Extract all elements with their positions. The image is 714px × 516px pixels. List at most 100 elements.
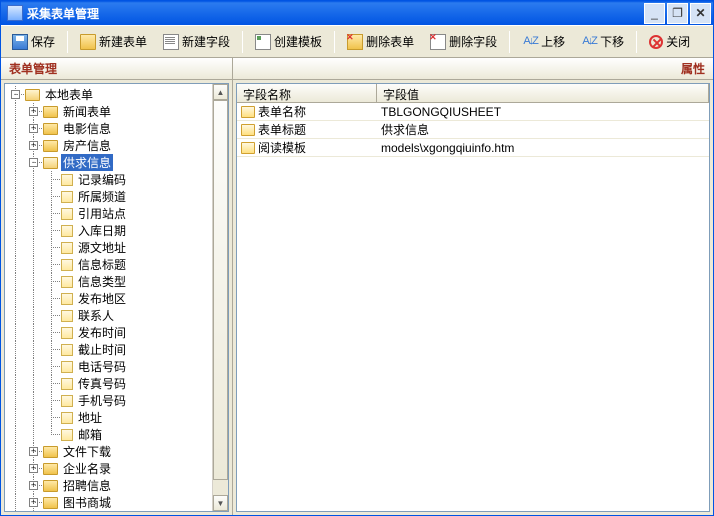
- grid-header-name[interactable]: 字段名称: [237, 84, 377, 102]
- template-icon: [255, 34, 271, 50]
- field-icon: [61, 429, 73, 441]
- new-field-button[interactable]: 新建字段: [156, 29, 237, 54]
- tree-node[interactable]: 地址: [7, 409, 226, 426]
- tree-node[interactable]: 信息标题: [7, 256, 226, 273]
- close-icon: [649, 35, 663, 49]
- tree-node-label: 淘宝信息: [61, 511, 113, 512]
- tree-node[interactable]: +电影信息: [7, 120, 226, 137]
- restore-button[interactable]: ❐: [667, 3, 688, 24]
- grid-row[interactable]: 表单标题供求信息: [237, 121, 709, 139]
- property-icon: [241, 106, 255, 118]
- left-pane: 表单管理 -本地表单+新闻表单+电影信息+房产信息-供求信息记录编码所属频道引用…: [1, 58, 233, 515]
- new-form-button[interactable]: 新建表单: [73, 29, 154, 54]
- field-icon: [61, 225, 73, 237]
- tree-node-label: 电影信息: [61, 120, 113, 137]
- property-name: 表单名称: [258, 103, 306, 120]
- tree-node[interactable]: 发布时间: [7, 324, 226, 341]
- create-template-button[interactable]: 创建模板: [248, 29, 329, 54]
- field-icon: [61, 395, 73, 407]
- tree-node[interactable]: 邮箱: [7, 426, 226, 443]
- folder-icon: [43, 157, 58, 169]
- grid-header-value[interactable]: 字段值: [377, 84, 709, 102]
- save-button[interactable]: 保存: [5, 29, 62, 54]
- tree-node-label: 地址: [76, 409, 104, 426]
- folder-icon: [43, 463, 58, 475]
- tree-node[interactable]: 所属频道: [7, 188, 226, 205]
- tree-node[interactable]: -供求信息: [7, 154, 226, 171]
- tree-node-label: 所属频道: [76, 188, 128, 205]
- tree-node[interactable]: 截止时间: [7, 341, 226, 358]
- tree-node-label: 房产信息: [61, 137, 113, 154]
- scroll-thumb[interactable]: [213, 100, 228, 480]
- grid-row[interactable]: 表单名称 TBLGONGQIUSHEET: [237, 103, 709, 121]
- grid-row[interactable]: 阅读模板 models\xgongqiuinfo.htm: [237, 139, 709, 157]
- tree-node-label: 信息标题: [76, 256, 128, 273]
- window-title: 采集表单管理: [27, 5, 644, 22]
- tree-node[interactable]: 源文地址: [7, 239, 226, 256]
- tree-node-label: 供求信息: [61, 154, 113, 171]
- tree-node-label: 记录编码: [76, 171, 128, 188]
- tree-node[interactable]: +招聘信息: [7, 477, 226, 494]
- tree-node[interactable]: -本地表单: [7, 86, 226, 103]
- tree-node-label: 入库日期: [76, 222, 128, 239]
- tree-node-label: 传真号码: [76, 375, 128, 392]
- tree-node-label: 文件下载: [61, 443, 113, 460]
- tree-node[interactable]: 发布地区: [7, 290, 226, 307]
- tree-node[interactable]: +文件下载: [7, 443, 226, 460]
- tree-view[interactable]: -本地表单+新闻表单+电影信息+房产信息-供求信息记录编码所属频道引用站点入库日…: [4, 83, 229, 512]
- tree-node-label: 信息类型: [76, 273, 128, 290]
- tree-node-label: 企业名录: [61, 460, 113, 477]
- property-name: 阅读模板: [258, 139, 306, 156]
- tree-node[interactable]: 电话号码: [7, 358, 226, 375]
- move-up-button[interactable]: 上移: [515, 29, 572, 54]
- tree-node-label: 本地表单: [43, 86, 95, 103]
- field-icon: [61, 310, 73, 322]
- property-value[interactable]: TBLGONGQIUSHEET: [377, 105, 709, 119]
- tree-node-label: 图书商城: [61, 494, 113, 511]
- tree-node[interactable]: 入库日期: [7, 222, 226, 239]
- folder-icon: [43, 123, 58, 135]
- tree-node[interactable]: +图书商城: [7, 494, 226, 511]
- tree-node[interactable]: 记录编码: [7, 171, 226, 188]
- tree-node[interactable]: 传真号码: [7, 375, 226, 392]
- scroll-down-button[interactable]: ▼: [213, 495, 228, 511]
- tree-node[interactable]: +淘宝信息: [7, 511, 226, 512]
- tree-node[interactable]: 手机号码: [7, 392, 226, 409]
- sort-up-icon: [522, 34, 538, 50]
- folder-icon: [43, 480, 58, 492]
- field-icon: [61, 378, 73, 390]
- tree-node-label: 手机号码: [76, 392, 128, 409]
- delete-form-button[interactable]: 删除表单: [340, 29, 421, 54]
- scrollbar-vertical[interactable]: ▲ ▼: [212, 84, 228, 511]
- field-icon: [61, 242, 73, 254]
- folder-icon: [43, 497, 58, 509]
- field-icon: [61, 276, 73, 288]
- move-down-button[interactable]: 下移: [574, 29, 631, 54]
- save-icon: [12, 34, 28, 50]
- app-icon: [7, 5, 23, 21]
- scroll-up-button[interactable]: ▲: [213, 84, 228, 100]
- tree-node[interactable]: +新闻表单: [7, 103, 226, 120]
- folder-icon: [43, 106, 58, 118]
- field-icon: [61, 412, 73, 424]
- minimize-button[interactable]: _: [644, 3, 665, 24]
- tree-node-label: 发布地区: [76, 290, 128, 307]
- property-grid[interactable]: 字段名称 字段值 表单名称 TBLGONGQIUSHEET 表单标题供求信息阅读模板…: [236, 83, 710, 512]
- tree-node-label: 电话号码: [76, 358, 128, 375]
- right-pane-header: 属性: [233, 58, 713, 80]
- delete-field-button[interactable]: 删除字段: [423, 29, 504, 54]
- delete-form-icon: [347, 34, 363, 50]
- tree-node[interactable]: +房产信息: [7, 137, 226, 154]
- property-value[interactable]: 供求信息: [377, 121, 709, 138]
- close-button[interactable]: 关闭: [642, 29, 697, 54]
- tree-node[interactable]: 联系人: [7, 307, 226, 324]
- tree-node[interactable]: 引用站点: [7, 205, 226, 222]
- property-value[interactable]: models\xgongqiuinfo.htm: [377, 141, 709, 155]
- tree-node[interactable]: 信息类型: [7, 273, 226, 290]
- close-window-button[interactable]: ✕: [690, 3, 711, 24]
- tree-node-label: 发布时间: [76, 324, 128, 341]
- tree-node[interactable]: +企业名录: [7, 460, 226, 477]
- field-icon: [61, 327, 73, 339]
- toolbar: 保存 新建表单 新建字段 创建模板 删除表单 删除字段 上移 下移 关闭: [1, 25, 713, 58]
- sort-down-icon: [581, 34, 597, 50]
